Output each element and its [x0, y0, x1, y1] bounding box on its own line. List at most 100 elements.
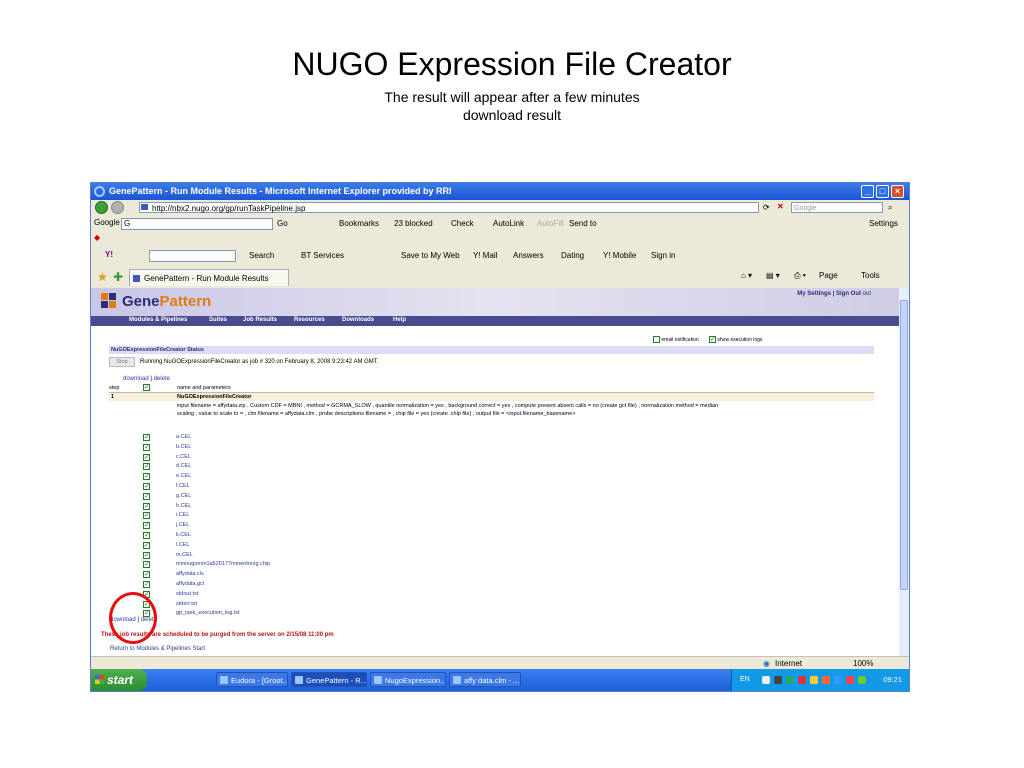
- start-button[interactable]: start: [91, 669, 147, 691]
- tray-icon-5[interactable]: [810, 676, 818, 684]
- menu-suites[interactable]: Suites: [209, 317, 227, 323]
- file-checkbox[interactable]: [143, 433, 150, 442]
- tray-icon-2[interactable]: [774, 676, 782, 684]
- select-all-checkbox[interactable]: [143, 383, 150, 392]
- file-checkbox[interactable]: [143, 502, 150, 511]
- print-icon[interactable]: ⎙ ▾: [794, 271, 806, 281]
- tray-icon-9[interactable]: [858, 676, 866, 684]
- file-checkbox[interactable]: [143, 531, 150, 540]
- show-logs-option[interactable]: show execution logs: [709, 335, 762, 344]
- menu-help[interactable]: Help: [393, 317, 406, 323]
- autolink-button[interactable]: AutoLink: [493, 219, 524, 228]
- file-checkbox[interactable]: [143, 492, 150, 501]
- refresh-icon[interactable]: ⟳: [763, 203, 770, 212]
- yahoo-logo[interactable]: Y!: [105, 250, 113, 259]
- file-link[interactable]: a.CEL: [176, 433, 191, 442]
- file-checkbox[interactable]: [143, 482, 150, 491]
- menu-downloads[interactable]: Downloads: [342, 317, 374, 323]
- stop-button[interactable]: Stop: [109, 357, 135, 367]
- yahoo-mail-button[interactable]: Y! Mail: [473, 251, 497, 260]
- dating-button[interactable]: Dating: [561, 251, 584, 260]
- sign-in-button[interactable]: Sign in: [651, 251, 675, 260]
- yahoo-mobile-button[interactable]: Y! Mobile: [603, 251, 636, 260]
- spell-check-button[interactable]: Check: [451, 219, 474, 228]
- file-link[interactable]: j.CEL: [176, 521, 189, 530]
- file-checkbox[interactable]: [143, 453, 150, 462]
- tools-menu-button[interactable]: Tools: [861, 271, 880, 280]
- save-to-web-button[interactable]: Save to My Web: [401, 251, 460, 260]
- file-link[interactable]: d.CEL: [176, 462, 191, 471]
- file-checkbox[interactable]: [143, 511, 150, 520]
- back-button[interactable]: [95, 201, 108, 214]
- url-input[interactable]: http://nbx2.nugo.org/gp/runTaskPipeline.…: [139, 202, 759, 213]
- return-link[interactable]: Return to Modules & Pipelines Start: [110, 646, 205, 652]
- autofill-button[interactable]: AutoFill: [537, 219, 564, 228]
- yahoo-search-input[interactable]: [149, 250, 236, 262]
- file-link[interactable]: affydata.cls: [176, 570, 204, 579]
- stop-icon[interactable]: ✕: [777, 202, 784, 211]
- favorites-star-icon[interactable]: ★: [97, 270, 108, 284]
- file-link[interactable]: m.CEL: [176, 551, 193, 560]
- scrollbar-thumb[interactable]: [900, 300, 908, 590]
- bookmarks-button[interactable]: Bookmarks: [339, 219, 379, 228]
- file-link[interactable]: e.CEL: [176, 472, 191, 481]
- zoom-level[interactable]: 100%: [853, 659, 873, 668]
- file-link[interactable]: f.CEL: [176, 482, 190, 491]
- top-links[interactable]: My Settings | Sign Out out: [797, 291, 871, 297]
- menu-modules[interactable]: Modules & Pipelines: [129, 317, 187, 323]
- google-settings-button[interactable]: Settings: [869, 219, 898, 228]
- page-menu-button[interactable]: Page: [819, 271, 838, 280]
- google-search-input[interactable]: G: [121, 218, 273, 230]
- tray-icon-1[interactable]: [762, 676, 770, 684]
- file-link[interactable]: stderr.txt: [176, 600, 197, 609]
- menu-job-results[interactable]: Job Results: [243, 317, 277, 323]
- add-favorite-icon[interactable]: ✚: [113, 270, 123, 284]
- file-link[interactable]: mmnugomm1a520177mmentrezg.chip: [176, 560, 270, 569]
- file-link[interactable]: g.CEL: [176, 492, 191, 501]
- file-checkbox[interactable]: [143, 551, 150, 560]
- delete-link-top[interactable]: delete: [154, 376, 170, 382]
- home-icon[interactable]: ⌂ ▾: [741, 271, 752, 280]
- tray-icon-6[interactable]: [822, 676, 830, 684]
- task-genepattern[interactable]: GenePattern - R...: [291, 672, 367, 687]
- toolbar-extra-icon[interactable]: ◆: [94, 233, 100, 242]
- yahoo-search-button[interactable]: Search: [249, 251, 274, 260]
- file-checkbox[interactable]: [143, 462, 150, 471]
- tray-icon-8[interactable]: [846, 676, 854, 684]
- file-link[interactable]: b.CEL: [176, 443, 191, 452]
- file-checkbox[interactable]: [143, 521, 150, 530]
- email-notification-option[interactable]: email notification: [653, 336, 699, 343]
- file-link[interactable]: stdout.txt: [176, 590, 198, 599]
- search-input[interactable]: Google: [791, 202, 883, 213]
- email-notification-checkbox[interactable]: [653, 336, 660, 343]
- file-checkbox[interactable]: [143, 560, 150, 569]
- google-go-button[interactable]: Go: [277, 219, 288, 228]
- file-link[interactable]: affydata.gct: [176, 580, 204, 589]
- file-checkbox[interactable]: [143, 580, 150, 589]
- popup-blocked-button[interactable]: 23 blocked: [394, 219, 433, 228]
- task-affydata[interactable]: affy data.clm - ...: [449, 672, 521, 687]
- task-eudora[interactable]: Eudora - [Groot...: [216, 672, 288, 687]
- vertical-scrollbar[interactable]: [899, 288, 909, 656]
- feeds-icon[interactable]: ▤ ▾: [766, 271, 780, 280]
- maximize-button[interactable]: □: [876, 185, 889, 198]
- file-link[interactable]: i.CEL: [176, 511, 189, 520]
- file-link[interactable]: l.CEL: [176, 541, 189, 550]
- show-logs-checkbox[interactable]: [709, 335, 716, 344]
- download-link-top[interactable]: download: [123, 376, 149, 382]
- file-checkbox[interactable]: [143, 541, 150, 550]
- file-checkbox[interactable]: [143, 570, 150, 579]
- minimize-button[interactable]: _: [861, 185, 874, 198]
- file-checkbox[interactable]: [143, 443, 150, 452]
- file-link[interactable]: h.CEL: [176, 502, 191, 511]
- file-link[interactable]: c.CEL: [176, 453, 191, 462]
- close-button[interactable]: ×: [891, 185, 904, 198]
- tab-genepattern[interactable]: GenePattern - Run Module Results: [129, 269, 289, 286]
- tray-icon-3[interactable]: [786, 676, 794, 684]
- language-indicator[interactable]: EN: [740, 669, 750, 691]
- file-link[interactable]: gp_task_execution_log.txt: [176, 609, 240, 618]
- forward-button[interactable]: [111, 201, 124, 214]
- send-to-button[interactable]: Send to: [569, 219, 597, 228]
- tray-icon-7[interactable]: [834, 676, 842, 684]
- bt-services-button[interactable]: BT Services: [301, 251, 344, 260]
